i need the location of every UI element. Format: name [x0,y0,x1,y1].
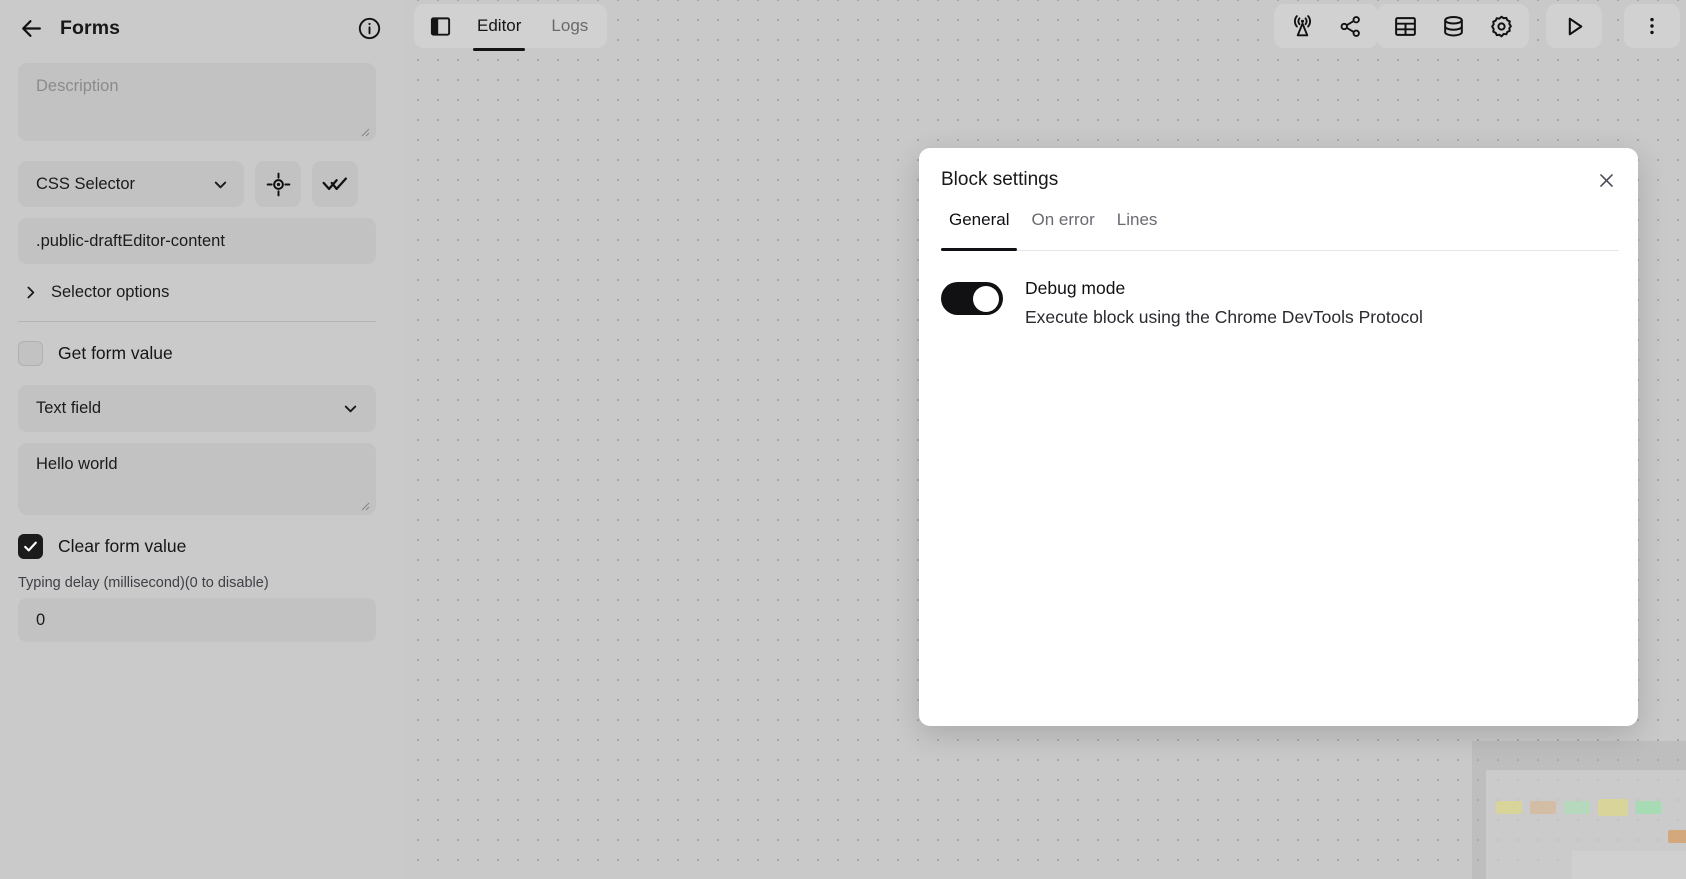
modal-tab-lines-label: Lines [1117,210,1158,229]
debug-mode-text: Debug mode Execute block using the Chrom… [1025,272,1423,332]
canvas-toolbar-left: Editor Logs [414,4,607,48]
canvas-toolbar-run-group [1546,4,1602,48]
clear-form-value-row[interactable]: Clear form value [18,534,384,559]
side-panel-icon [429,15,452,38]
form-type-value: Text field [36,399,341,418]
selector-type-row: CSS Selector [18,161,384,207]
get-form-value-checkbox[interactable] [18,341,43,366]
modal-close-button[interactable] [1591,165,1621,195]
tab-editor[interactable]: Editor [464,4,534,48]
modal-tab-general[interactable]: General [941,210,1017,250]
select-all-elements-button[interactable] [312,161,358,207]
selector-type-dropdown[interactable]: CSS Selector [18,161,244,207]
toggle-knob [973,286,999,312]
description-input[interactable] [18,63,376,141]
close-x-icon [1597,171,1616,190]
gear-settings-icon [1489,14,1514,39]
double-check-icon [322,171,348,197]
canvas-minimap[interactable] [1472,741,1686,879]
info-circle-icon[interactable] [356,15,382,41]
get-form-value-row[interactable]: Get form value [18,341,384,366]
flow-canvas[interactable]: Editor Logs [402,0,1686,879]
typing-delay-label: Typing delay (millisecond)(0 to disable) [18,575,384,591]
debug-mode-toggle[interactable] [941,282,1003,315]
selector-options-label: Selector options [51,283,169,302]
modal-tab-lines[interactable]: Lines [1109,210,1166,250]
canvas-toolbar-group-b [1377,4,1529,48]
broadcast-antenna-icon [1290,14,1315,39]
minimap-node [1668,830,1686,843]
description-wrapper [18,63,376,141]
block-settings-modal: Block settings General On error Lines [919,148,1638,726]
minimap-node [1635,801,1661,814]
crosshair-target-icon [266,172,291,197]
app-root: Forms CSS Selector [0,0,1686,879]
debug-mode-setting: Debug mode Execute block using the Chrom… [941,272,1616,332]
modal-body: Debug mode Execute block using the Chrom… [941,272,1616,710]
play-triangle-icon [1562,14,1587,39]
form-value-wrapper [18,443,376,515]
form-type-dropdown[interactable]: Text field [18,385,376,432]
side-panel-toggle-button[interactable] [420,7,460,45]
settings-button[interactable] [1481,7,1521,45]
clear-form-value-checkbox[interactable] [18,534,43,559]
modal-title: Block settings [941,169,1058,191]
broadcast-antenna-button[interactable] [1282,7,1322,45]
sidebar-divider [18,321,376,322]
more-options-button[interactable] [1632,7,1672,45]
canvas-toolbar-more-group [1624,4,1680,48]
table-grid-button[interactable] [1385,7,1425,45]
chevron-down-icon [341,399,360,418]
minimap-node [1564,801,1590,814]
chevron-right-icon [22,284,39,301]
table-grid-icon [1393,14,1418,39]
database-icon [1441,14,1466,39]
check-icon [22,538,39,555]
modal-tab-on-error[interactable]: On error [1023,210,1102,250]
minimap-node [1598,799,1628,816]
form-value-input[interactable] [18,443,376,515]
clear-form-value-label: Clear form value [58,536,186,557]
kebab-menu-icon [1641,15,1663,37]
debug-mode-label: Debug mode [1025,274,1423,303]
selector-options-accordion[interactable]: Selector options [18,276,384,309]
modal-tab-bar: General On error Lines [941,210,1619,251]
back-arrow-icon[interactable] [18,15,44,41]
minimap-node [1530,801,1556,814]
typing-delay-input[interactable] [18,598,376,642]
tab-logs-label: Logs [551,16,588,36]
get-form-value-label: Get form value [58,343,173,364]
chevron-down-icon [211,175,230,194]
pick-element-button[interactable] [255,161,301,207]
minimap-node [1496,801,1522,814]
tab-logs[interactable]: Logs [538,4,601,48]
database-button[interactable] [1433,7,1473,45]
selector-type-value: CSS Selector [36,175,211,194]
block-settings-sidebar: Forms CSS Selector [0,0,402,879]
page-title: Forms [60,17,340,40]
share-nodes-icon [1338,14,1363,39]
share-nodes-button[interactable] [1330,7,1370,45]
run-workflow-button[interactable] [1554,7,1594,45]
modal-tab-general-label: General [949,210,1009,229]
canvas-toolbar-group-a [1274,4,1378,48]
sidebar-header: Forms [18,0,384,52]
modal-tab-on-error-label: On error [1031,210,1094,229]
minimap-subview [1572,851,1686,879]
selector-input[interactable] [18,218,376,264]
tab-editor-label: Editor [477,16,521,36]
debug-mode-description: Execute block using the Chrome DevTools … [1025,303,1423,332]
